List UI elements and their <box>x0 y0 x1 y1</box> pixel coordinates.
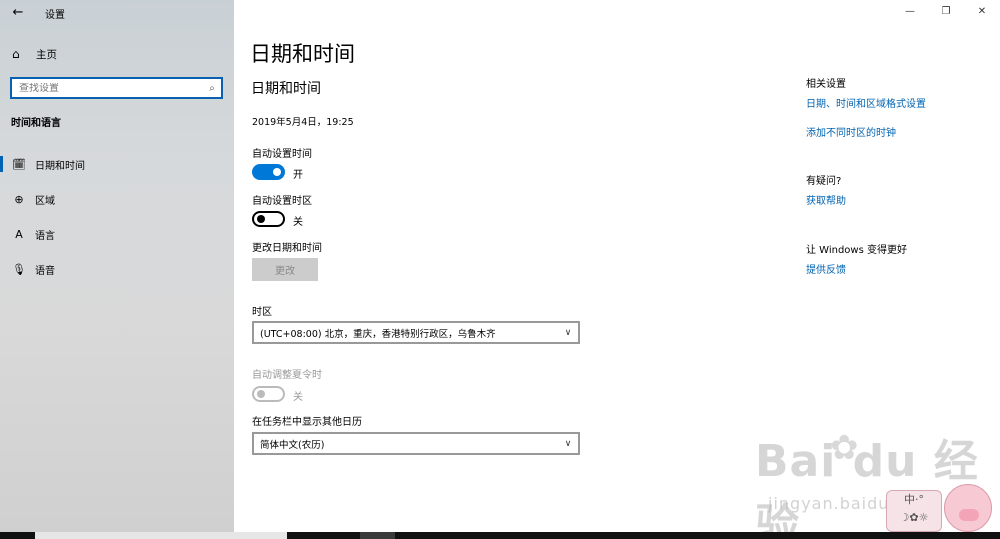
selection-indicator <box>0 226 3 242</box>
question-heading: 有疑问? <box>806 172 841 187</box>
back-arrow-icon[interactable]: ← <box>9 4 27 22</box>
dst-label: 自动调整夏令时 <box>252 370 322 381</box>
sidebar-item-language[interactable]: A 语言 <box>0 222 234 246</box>
auto-time-toggle[interactable] <box>252 164 285 180</box>
auto-timezone-toggle[interactable] <box>252 211 285 227</box>
home-icon: ⌂ <box>12 47 20 61</box>
sidebar-item-home[interactable]: ⌂ 主页 <box>12 44 57 64</box>
add-clocks-link[interactable]: 添加不同时区的时钟 <box>806 124 896 139</box>
taskbar-calendar-select[interactable]: 简体中文(农历) ∨ <box>252 432 580 455</box>
sidebar-item-label: 日期和时间 <box>35 160 85 172</box>
language-icon: A <box>15 227 23 241</box>
window-controls: — ❐ ✕ <box>892 0 1000 24</box>
auto-time-state: 开 <box>293 170 303 181</box>
chevron-down-icon: ∨ <box>564 327 572 338</box>
sidebar-item-label: 主页 <box>36 48 57 61</box>
taskbar-search[interactable] <box>35 532 287 539</box>
change-datetime-label: 更改日期和时间 <box>252 243 322 254</box>
feedback-link[interactable]: 提供反馈 <box>806 261 846 276</box>
related-settings-heading: 相关设置 <box>806 75 846 90</box>
calendar-clock-icon: 🗓 <box>12 157 26 171</box>
get-help-link[interactable]: 获取帮助 <box>806 192 846 207</box>
taskbar-app[interactable] <box>360 532 395 539</box>
app-title: 设置 <box>45 10 65 21</box>
improve-title: 让 Windows 变得更好 <box>806 245 907 256</box>
auto-timezone-state: 关 <box>293 217 303 228</box>
taskbar <box>0 532 1000 539</box>
taskbar-calendar-value: 简体中文(农历) <box>260 439 325 451</box>
pig-sticker-icon <box>944 484 992 532</box>
page-title: 日期和时间 <box>250 42 355 66</box>
sidebar-item-label: 区域 <box>35 195 55 207</box>
sidebar-item-label: 语音 <box>35 265 55 277</box>
timezone-value: (UTC+08:00) 北京，重庆，香港特别行政区，乌鲁木齐 <box>260 328 496 340</box>
auto-time-label: 自动设置时间 <box>252 149 312 160</box>
sidebar-item-region[interactable]: ⊕ 区域 <box>0 187 234 211</box>
search-input[interactable] <box>12 82 203 94</box>
auto-timezone-label: 自动设置时区 <box>252 196 312 207</box>
selection-indicator <box>0 156 3 172</box>
current-datetime: 2019年5月4日，19:25 <box>252 117 354 128</box>
selection-indicator <box>0 261 3 277</box>
change-datetime-button[interactable]: 更改 <box>252 258 318 281</box>
sidebar: ← 设置 ⌂ 主页 ⌕ 时间和语言 🗓 日期和时间 ⊕ 区域 A 语言 🎙 语音 <box>0 0 234 532</box>
chevron-down-icon: ∨ <box>564 438 572 449</box>
search-box[interactable]: ⌕ <box>10 77 223 99</box>
question-title: 有疑问? <box>806 176 842 187</box>
minimize-icon[interactable]: — <box>892 0 928 24</box>
sidebar-item-datetime[interactable]: 🗓 日期和时间 <box>0 152 234 176</box>
globe-icon: ⊕ <box>14 192 24 206</box>
microphone-icon: 🎙 <box>12 262 26 276</box>
restore-icon[interactable]: ❐ <box>928 0 964 24</box>
sidebar-item-speech[interactable]: 🎙 语音 <box>0 257 234 281</box>
related-settings-title: 相关设置 <box>806 79 846 90</box>
section-title: 时间和语言 <box>11 118 61 129</box>
close-icon[interactable]: ✕ <box>964 0 1000 24</box>
regional-format-link[interactable]: 日期、时间和区域格式设置 <box>806 95 926 110</box>
selection-indicator <box>0 191 3 207</box>
search-icon[interactable]: ⌕ <box>203 83 221 94</box>
taskbar-calendar-label: 在任务栏中显示其他日历 <box>252 417 362 428</box>
sticker-badge: 中·° ☽✿☼ <box>886 490 942 532</box>
improve-heading: 让 Windows 变得更好 <box>806 241 907 256</box>
timezone-label: 时区 <box>252 307 272 318</box>
title-bar-left: ← 设置 <box>0 0 234 26</box>
dst-state: 关 <box>293 392 303 403</box>
dst-toggle[interactable] <box>252 386 285 402</box>
section-title: 日期和时间 <box>251 81 321 97</box>
sidebar-item-label: 语言 <box>35 230 55 242</box>
timezone-select[interactable]: (UTC+08:00) 北京，重庆，香港特别行政区，乌鲁木齐 ∨ <box>252 321 580 344</box>
